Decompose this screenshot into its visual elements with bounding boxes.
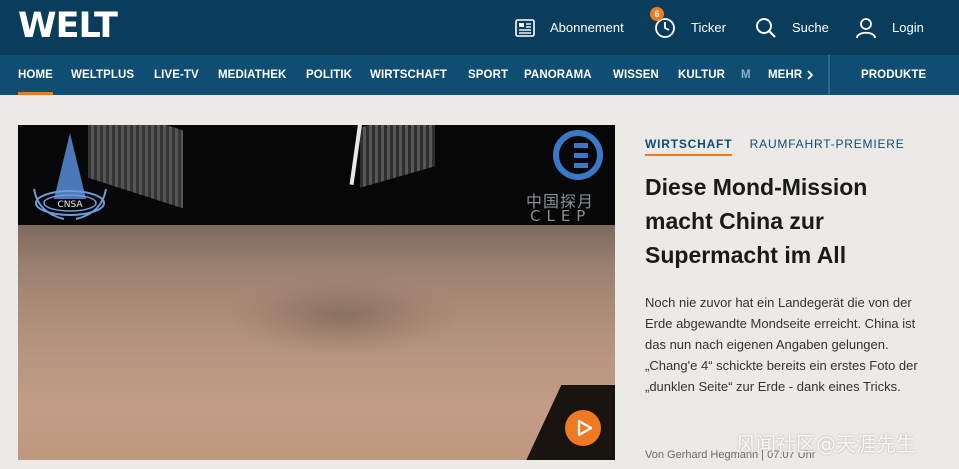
search-label: Suche [792, 20, 829, 35]
lunar-crater [228, 275, 458, 355]
nav-item-kultur[interactable]: KULTUR [678, 55, 725, 95]
user-icon [856, 17, 876, 38]
play-icon [577, 419, 593, 437]
abonnement-link[interactable]: Abonnement [515, 0, 624, 55]
cnsa-logo-text: CNSA [57, 200, 83, 210]
nav-item-sport[interactable]: SPORT [468, 55, 508, 95]
nav-item-weltplus[interactable]: WELTPLUS [71, 55, 134, 95]
nav-item-politik[interactable]: POLITIK [306, 55, 352, 95]
nav-item-live-tv[interactable]: LIVE-TV [154, 55, 199, 95]
clep-logo-icon [553, 130, 603, 180]
cnsa-logo-icon: CNSA [33, 133, 107, 220]
nav-divider [828, 55, 830, 95]
search-link[interactable]: Suche [755, 0, 829, 55]
source-watermark: 风闻社区@天涯先生 [736, 432, 916, 456]
nav-item-panorama[interactable]: PANORAMA [524, 55, 592, 95]
nav-more-label: MEHR [768, 69, 803, 81]
nav-more-button[interactable]: MEHR [768, 55, 815, 95]
hero-image[interactable]: CNSA 中国探月 CLEP [18, 125, 615, 460]
play-video-button[interactable] [565, 410, 601, 446]
abonnement-label: Abonnement [550, 20, 624, 35]
article-topic: RAUMFAHRT-PREMIERE [749, 137, 905, 151]
nav-item-mediathek[interactable]: MEDIATHEK [218, 55, 286, 95]
nav-item-wissen[interactable]: WISSEN [613, 55, 659, 95]
ticker-count-badge: 6 [650, 7, 664, 21]
clep-logo-english: CLEP [530, 207, 592, 225]
welt-logo[interactable]: WELT [18, 6, 118, 46]
login-link[interactable]: Login [855, 0, 924, 55]
nav-item-wirtschaft[interactable]: WIRTSCHAFT [370, 55, 447, 95]
newspaper-icon [515, 18, 535, 37]
main-navigation: HOME WELTPLUS LIVE-TV MEDIATHEK POLITIK … [0, 55, 959, 95]
nav-produkte-link[interactable]: PRODUKTE [861, 55, 926, 95]
nav-item-truncated[interactable]: M [741, 55, 751, 95]
nav-overflow-fade: M [741, 55, 754, 95]
login-label: Login [892, 20, 924, 35]
article-kicker: WIRTSCHAFT RAUMFAHRT-PREMIERE [645, 137, 905, 156]
nav-item-home[interactable]: HOME [18, 55, 53, 95]
ticker-link[interactable]: Ticker [654, 0, 726, 55]
article-category-link[interactable]: WIRTSCHAFT [645, 137, 733, 156]
top-header: WELT Abonnement Ticker 6 Suche Login [0, 0, 959, 55]
article-headline[interactable]: Diese Mond-Mission macht China zur Super… [645, 170, 935, 272]
chevron-right-icon [807, 70, 814, 80]
article-teaser-text: Noch nie zuvor hat ein Landegerät die vo… [645, 295, 918, 394]
ticker-label: Ticker [691, 20, 726, 35]
search-icon [756, 17, 776, 38]
